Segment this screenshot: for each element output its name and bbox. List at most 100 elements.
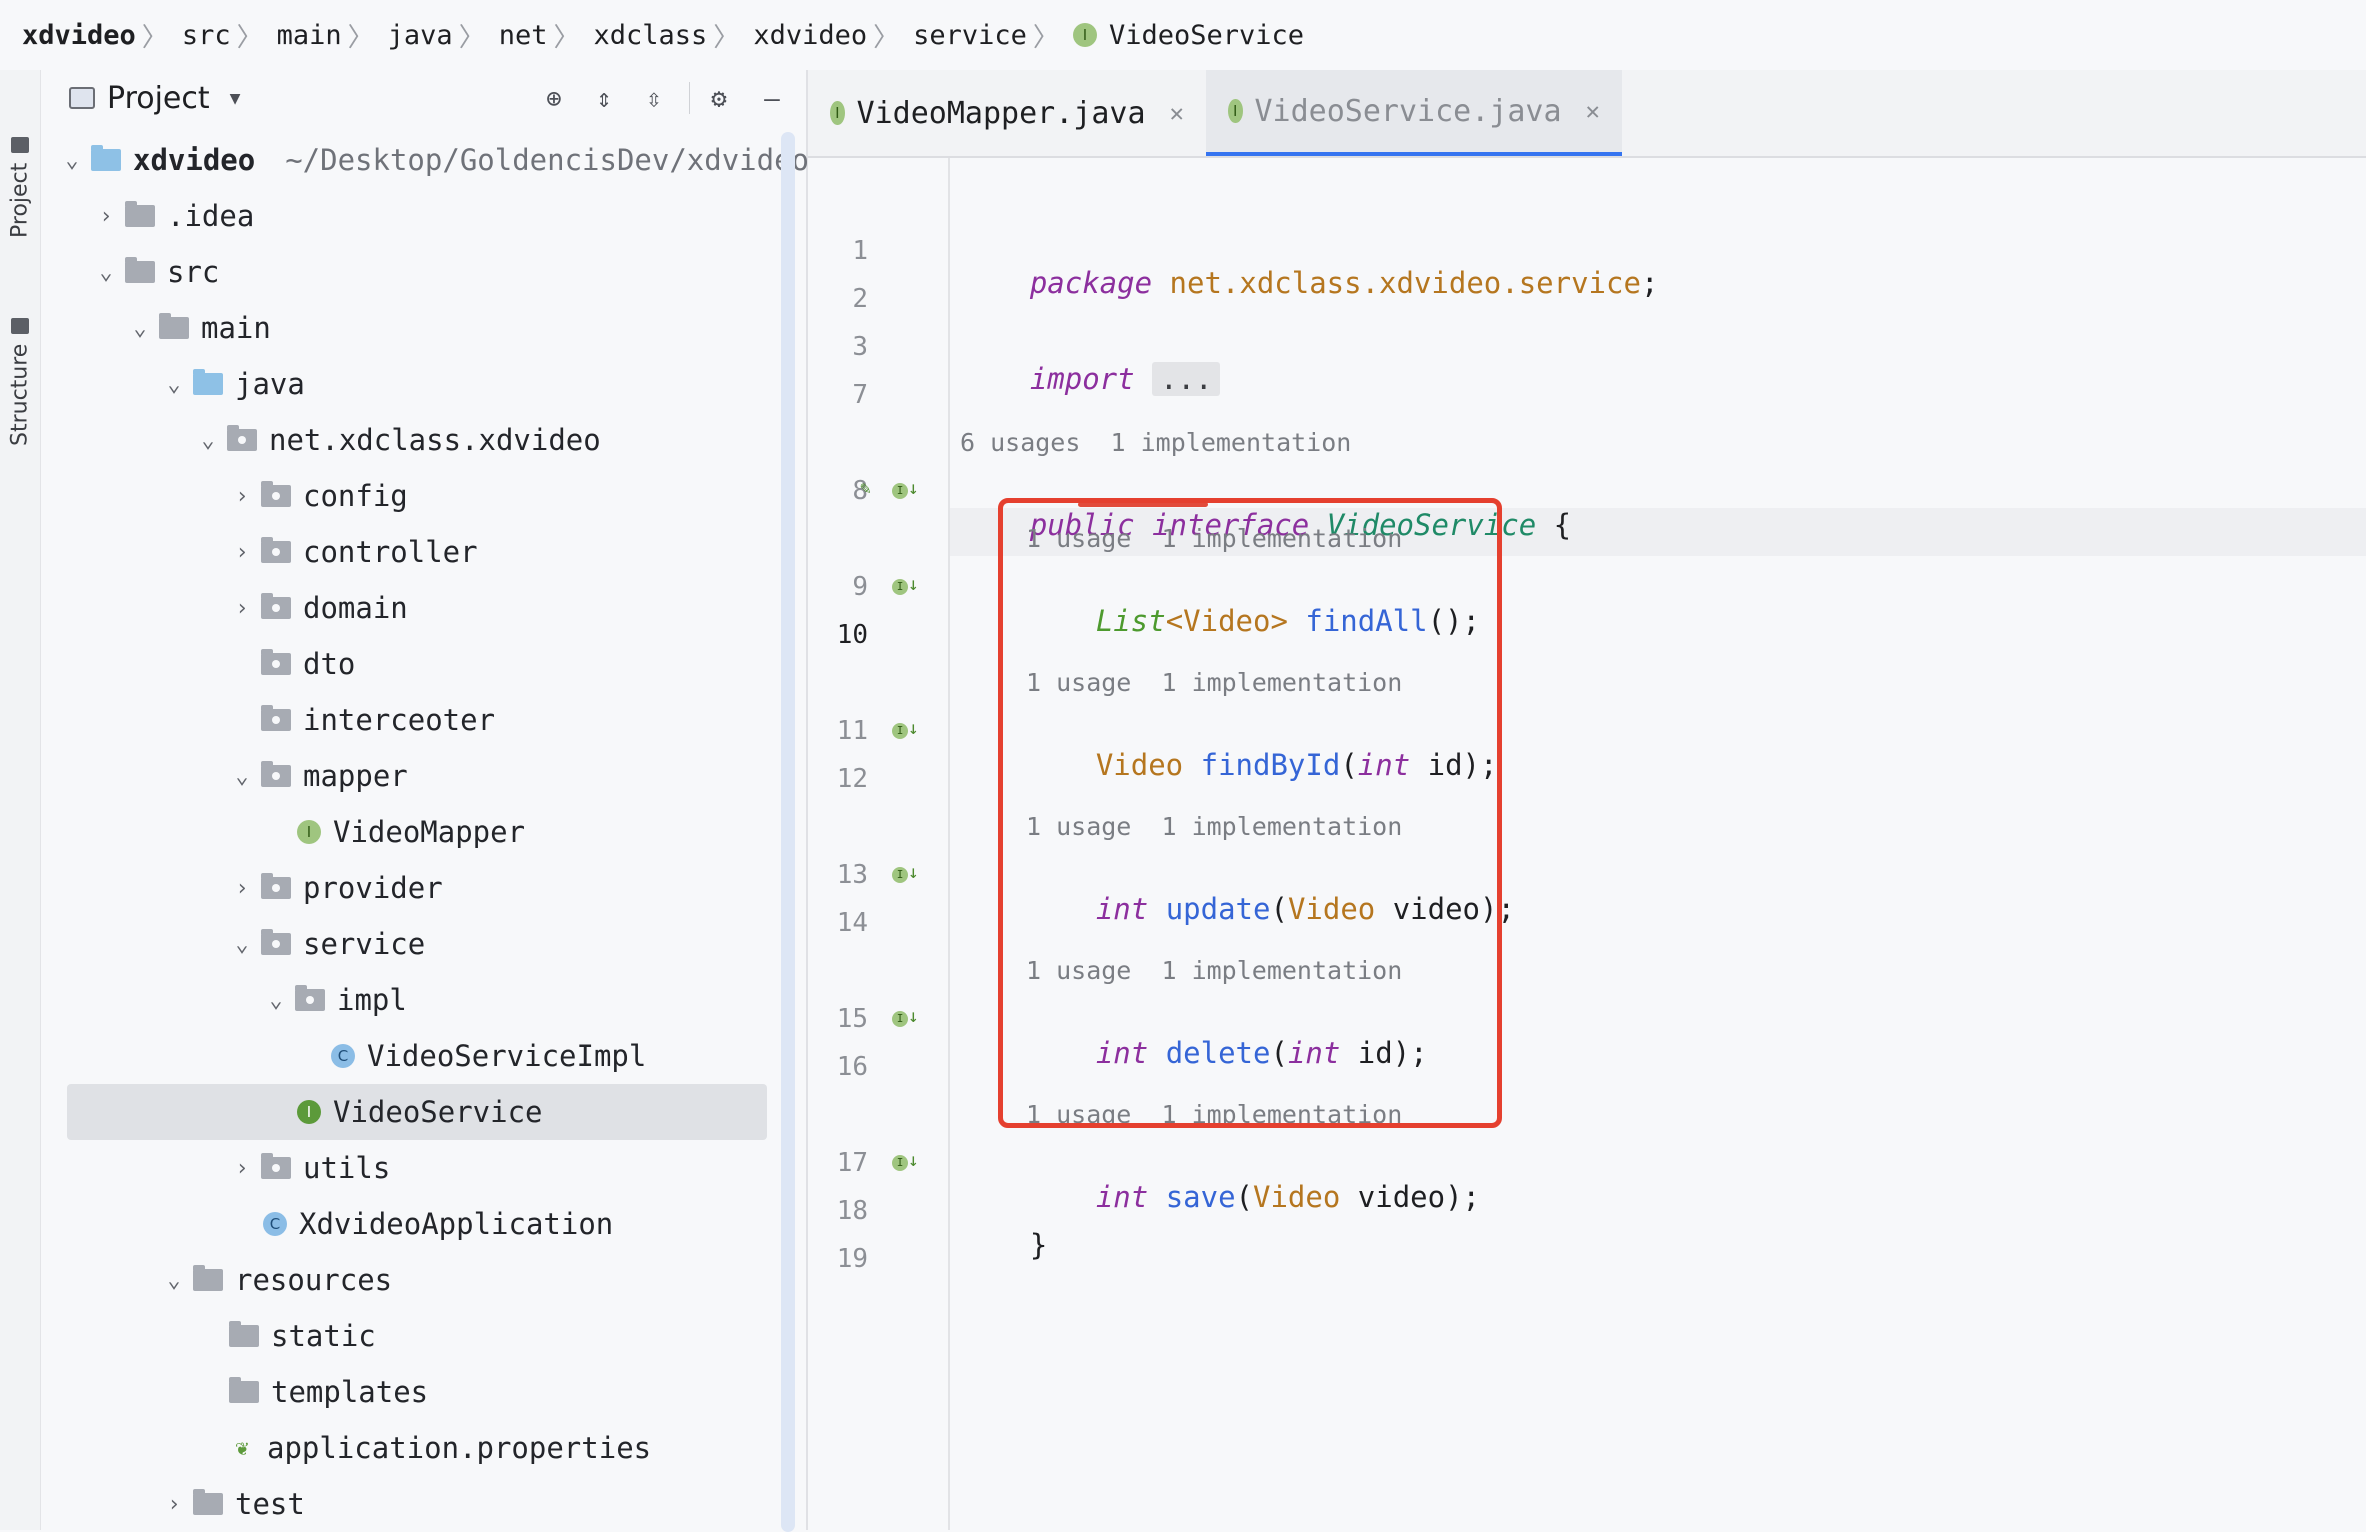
implemented-icon[interactable]: ✎: [860, 478, 871, 499]
chevron-down-icon[interactable]: ⌄: [229, 764, 255, 789]
divider: [689, 82, 690, 114]
line-number: 3: [852, 332, 868, 362]
breadcrumb-item-src[interactable]: src 〉: [182, 17, 277, 54]
code-line-17[interactable]: int save(Video video);: [1026, 1146, 1480, 1248]
package-icon: [261, 705, 291, 731]
breadcrumb-item-xdvideo[interactable]: xdvideo 〉: [753, 17, 913, 54]
package-icon: [261, 929, 291, 955]
breadcrumb-item-service[interactable]: service 〉: [913, 17, 1073, 54]
chevron-down-icon[interactable]: ⌄: [161, 372, 187, 397]
tree-item-impl[interactable]: ⌄ impl: [263, 972, 406, 1028]
breadcrumb-item-main[interactable]: main 〉: [277, 17, 388, 54]
chevron-down-icon[interactable]: ⌄: [195, 428, 221, 453]
class-icon: C: [331, 1044, 355, 1068]
chevron-right-icon: 〉: [1032, 22, 1059, 53]
spring-properties-icon: ❦: [235, 1435, 249, 1461]
folder-icon: [229, 1377, 259, 1403]
chevron-right-icon[interactable]: ›: [229, 484, 255, 509]
implementation-gutter-icon[interactable]: I ↓: [892, 478, 919, 499]
tree-item-service[interactable]: ⌄ service: [229, 916, 425, 972]
tree-item-idea[interactable]: › .idea: [93, 188, 254, 244]
structure-tool-tab[interactable]: Structure: [4, 266, 36, 446]
tree-item-xdvideoapplication[interactable]: C XdvideoApplication: [263, 1196, 613, 1252]
chevron-down-icon[interactable]: ⌄: [229, 932, 255, 957]
tree-item-templates[interactable]: templates: [229, 1364, 428, 1420]
expand-all-icon[interactable]: ⇕: [587, 82, 621, 116]
collapse-all-icon[interactable]: ⇳: [637, 82, 671, 116]
package-icon: [261, 593, 291, 619]
package-icon: [261, 481, 291, 507]
chevron-down-icon[interactable]: ▼: [230, 88, 241, 109]
chevron-right-icon[interactable]: ›: [93, 204, 119, 229]
minimize-icon[interactable]: —: [755, 82, 789, 116]
chevron-right-icon[interactable]: ›: [229, 1156, 255, 1181]
tree-item-package[interactable]: ⌄ net.xdclass.xdvideo: [195, 412, 600, 468]
implementation-gutter-icon[interactable]: I ↓: [892, 1150, 919, 1171]
tree-item-utils[interactable]: › utils: [229, 1140, 390, 1196]
code-line-3[interactable]: import ...: [960, 328, 1221, 430]
implementation-gutter-icon[interactable]: I ↓: [892, 862, 919, 883]
chevron-right-icon: 〉: [236, 22, 263, 53]
gear-icon[interactable]: ⚙: [702, 82, 736, 116]
chevron-right-icon: 〉: [553, 22, 580, 53]
breadcrumb-item-java[interactable]: java 〉: [388, 17, 499, 54]
tree-item-static[interactable]: static: [229, 1308, 376, 1364]
project-tool-tab[interactable]: Project: [4, 88, 36, 238]
tab-videomapper[interactable]: I VideoMapper.java ✕: [808, 70, 1206, 156]
breadcrumb-item-videoservice[interactable]: I VideoService: [1072, 20, 1304, 51]
chevron-right-icon: 〉: [458, 22, 485, 53]
project-panel-header: Project ▼ ⊕ ⇕ ⇳ ⚙ —: [41, 70, 806, 126]
chevron-right-icon[interactable]: ›: [229, 596, 255, 621]
tree-item-test[interactable]: › test: [161, 1476, 304, 1532]
line-number: 9: [852, 572, 868, 602]
tab-videoservice[interactable]: I VideoService.java ✕: [1206, 70, 1622, 156]
tree-item-main[interactable]: ⌄ main: [127, 300, 270, 356]
scrollbar[interactable]: [781, 132, 795, 1532]
package-icon: [261, 873, 291, 899]
line-number: 13: [836, 860, 868, 890]
code-line-1[interactable]: package net.xdclass.xdvideo.service;: [960, 232, 1659, 334]
tree-item-src[interactable]: ⌄ src: [93, 244, 219, 300]
tree-item-videomapper[interactable]: I VideoMapper: [297, 804, 525, 860]
usages-hint[interactable]: 6 usages 1 implementation: [960, 428, 1351, 457]
chevron-down-icon[interactable]: ⌄: [263, 988, 289, 1013]
tree-item-videoservice[interactable]: I VideoService: [67, 1084, 767, 1140]
editor-area: I VideoMapper.java ✕ I VideoService.java…: [808, 70, 2366, 1530]
implementation-gutter-icon[interactable]: I ↓: [892, 1006, 919, 1027]
tree-item-java[interactable]: ⌄ java: [161, 356, 304, 412]
project-panel-title[interactable]: Project: [107, 81, 210, 116]
implementation-gutter-icon[interactable]: I ↓: [892, 574, 919, 595]
tree-item-resources[interactable]: ⌄ resources: [161, 1252, 392, 1308]
chevron-right-icon[interactable]: ›: [229, 876, 255, 901]
folded-imports[interactable]: ...: [1152, 362, 1221, 396]
chevron-right-icon[interactable]: ›: [161, 1492, 187, 1517]
tree-item-xdvideo[interactable]: ⌄ xdvideo ~/Desktop/GoldencisDev/xdvideo: [59, 132, 809, 188]
close-icon[interactable]: ✕: [1586, 97, 1600, 125]
code-line-18[interactable]: }: [960, 1194, 1047, 1296]
chevron-down-icon[interactable]: ⌄: [127, 316, 153, 341]
locate-icon[interactable]: ⊕: [537, 82, 571, 116]
tree-item-domain[interactable]: › domain: [229, 580, 407, 636]
chevron-down-icon[interactable]: ⌄: [59, 148, 85, 173]
chevron-down-icon[interactable]: ⌄: [161, 1268, 187, 1293]
tree-item-interceoter[interactable]: interceoter: [261, 692, 495, 748]
tree-item-config[interactable]: › config: [229, 468, 407, 524]
breadcrumb-item-xdclass[interactable]: xdclass 〉: [594, 17, 754, 54]
line-number: 15: [836, 1004, 868, 1034]
chevron-right-icon[interactable]: ›: [229, 540, 255, 565]
tree-item-mapper[interactable]: ⌄ mapper: [229, 748, 407, 804]
line-number: 18: [836, 1196, 868, 1226]
tree-item-videoserviceimpl[interactable]: C VideoServiceImpl: [331, 1028, 646, 1084]
tree-item-dto[interactable]: dto: [261, 636, 355, 692]
tree-item-application-properties[interactable]: ❦ application.properties: [229, 1420, 651, 1476]
breadcrumb-item-net[interactable]: net 〉: [499, 17, 594, 54]
line-number: 1: [852, 236, 868, 266]
implementation-gutter-icon[interactable]: I ↓: [892, 718, 919, 739]
tree-item-controller[interactable]: › controller: [229, 524, 477, 580]
tree-item-provider[interactable]: › provider: [229, 860, 442, 916]
breadcrumb-item-project[interactable]: xdvideo 〉: [22, 17, 182, 54]
close-icon[interactable]: ✕: [1170, 99, 1184, 127]
tool-window-strip: Project Structure: [0, 70, 41, 1530]
chevron-down-icon[interactable]: ⌄: [93, 260, 119, 285]
interface-icon: I: [297, 1100, 321, 1124]
